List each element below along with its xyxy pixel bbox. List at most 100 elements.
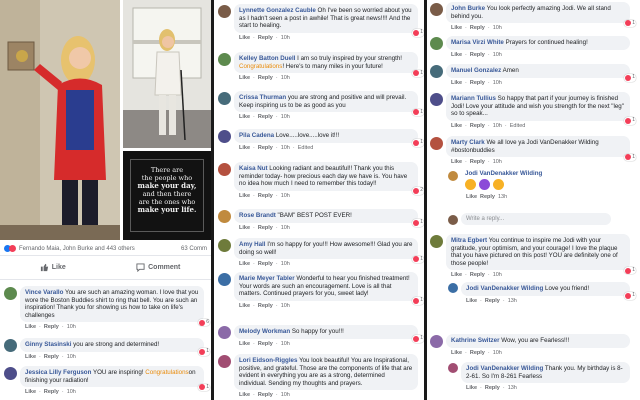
comment-like-link[interactable]: Like xyxy=(239,35,250,41)
comment-like-link[interactable]: Like xyxy=(239,303,250,309)
comment-reply-link[interactable]: Reply xyxy=(470,159,485,165)
comment-like-link[interactable]: Like xyxy=(25,324,36,330)
comment-author[interactable]: Vince Varallo xyxy=(25,289,63,296)
comment-author[interactable]: Melody Workman xyxy=(239,328,290,335)
comment-reply-link[interactable]: Reply xyxy=(470,272,485,278)
avatar[interactable] xyxy=(4,287,17,300)
post-photo-bell[interactable] xyxy=(0,0,120,240)
reaction-count-badge[interactable]: 1 xyxy=(412,219,424,227)
avatar[interactable] xyxy=(430,93,443,106)
comment-time[interactable]: 10h xyxy=(67,389,76,395)
comment-time[interactable]: 13h xyxy=(508,385,517,391)
comment-time[interactable]: 10h xyxy=(281,35,290,41)
reaction-count-badge[interactable]: 1 xyxy=(412,69,424,78)
comment-author[interactable]: Lynnette Gonzalez Cauble xyxy=(239,7,316,14)
avatar[interactable] xyxy=(218,326,231,339)
avatar[interactable] xyxy=(218,239,231,252)
reaction-count-badge[interactable]: 1 xyxy=(412,297,424,305)
comment-reply-link[interactable]: Reply xyxy=(258,75,273,81)
reaction-count-badge[interactable]: 1 xyxy=(624,292,636,300)
comment-time[interactable]: 10h xyxy=(281,341,290,347)
comment-time[interactable]: 10h xyxy=(281,392,290,398)
comment-like-link[interactable]: Like xyxy=(25,389,36,395)
comment-author[interactable]: Jodi VanDenakker Wilding xyxy=(466,285,543,292)
comment-like-link[interactable]: Like xyxy=(239,225,250,231)
reaction-count-badge[interactable]: 1 xyxy=(624,266,636,275)
like-button[interactable]: Like xyxy=(0,256,106,279)
comment-reply-link[interactable]: Reply xyxy=(470,25,485,31)
comment-time[interactable]: 13h xyxy=(498,194,507,200)
comment-author[interactable]: Mariann Tullius xyxy=(451,95,496,102)
comment-reply-link[interactable]: Reply xyxy=(470,80,485,86)
reaction-count-badge[interactable]: 1 xyxy=(412,139,424,147)
reactions-summary[interactable]: Fernando Maia, John Burke and 443 others… xyxy=(0,242,211,256)
comment-time[interactable]: 10h xyxy=(281,114,290,120)
comment-like-link[interactable]: Like xyxy=(239,75,250,81)
post-photo-walking[interactable] xyxy=(123,0,211,148)
comment-time[interactable]: 10h xyxy=(281,145,290,151)
comment-time[interactable]: 10h xyxy=(281,261,290,267)
comment-reply-link[interactable]: Reply xyxy=(258,303,273,309)
comment-like-link[interactable]: Like xyxy=(451,159,462,165)
comment-author[interactable]: Crissa Thurman xyxy=(239,94,286,101)
comment-author[interactable]: Mitra Egbert xyxy=(451,237,487,244)
avatar[interactable] xyxy=(430,235,443,248)
comment-reply-link[interactable]: Reply xyxy=(470,350,485,356)
avatar[interactable] xyxy=(218,92,231,105)
comment-time[interactable]: 10h xyxy=(281,303,290,309)
comment-like-link[interactable]: Like xyxy=(239,193,250,199)
comment-reply-link[interactable]: Reply xyxy=(480,194,495,200)
comment-reply-link[interactable]: Reply xyxy=(44,354,59,360)
comment-author[interactable]: Marisa Virzi White xyxy=(451,39,504,46)
post-photo-quote-plaque[interactable]: There are the people who make your day, … xyxy=(123,151,211,240)
reaction-count-badge[interactable]: 1 xyxy=(624,19,636,28)
comment-author[interactable]: Jodi VanDenakker Wilding xyxy=(466,365,543,372)
comment-author[interactable]: Kathrine Switzer xyxy=(451,337,499,344)
comment-author[interactable]: Jessica Lilly Ferguson xyxy=(25,369,91,376)
reaction-count-badge[interactable]: 1 xyxy=(624,117,636,125)
avatar[interactable] xyxy=(448,363,458,373)
comment-time[interactable]: 10h xyxy=(493,123,502,129)
comment-author[interactable]: Marie Meyer Tabler xyxy=(239,275,295,282)
comment-author[interactable]: Manuel Gonzalez xyxy=(451,67,501,74)
avatar[interactable] xyxy=(4,339,17,352)
reaction-count-badge[interactable]: 1 xyxy=(412,335,424,343)
avatar[interactable] xyxy=(218,273,231,286)
comment-reply-link[interactable]: Reply xyxy=(470,52,485,58)
comment-author[interactable]: Rose Brandt xyxy=(239,212,276,219)
comment-like-link[interactable]: Like xyxy=(239,261,250,267)
comment-author[interactable]: Pila Cadena xyxy=(239,132,274,139)
comment-time[interactable]: 10h xyxy=(493,272,502,278)
comment-like-link[interactable]: Like xyxy=(239,114,250,120)
comment-time[interactable]: 10h xyxy=(281,193,290,199)
avatar[interactable] xyxy=(218,130,231,143)
reaction-count-badge[interactable]: 1 xyxy=(624,153,636,162)
comment-reply-link[interactable]: Reply xyxy=(44,324,59,330)
comment-time[interactable]: 10h xyxy=(493,25,502,31)
comment-author[interactable]: Kaisa Nut xyxy=(239,165,268,172)
comment-author[interactable]: Amy Hall xyxy=(239,241,265,248)
avatar[interactable] xyxy=(218,163,231,176)
comment-like-link[interactable]: Like xyxy=(451,272,462,278)
avatar[interactable] xyxy=(448,171,458,181)
comment-time[interactable]: 10h xyxy=(67,354,76,360)
comment-time[interactable]: 10h xyxy=(493,52,502,58)
comment-reply-link[interactable]: Reply xyxy=(258,261,273,267)
comment-author[interactable]: Lori Eidson-Riggles xyxy=(239,357,297,364)
avatar[interactable] xyxy=(430,3,443,16)
comment-count[interactable]: 63 Comm xyxy=(181,246,207,252)
avatar[interactable] xyxy=(430,335,443,348)
avatar[interactable] xyxy=(448,214,458,225)
comment-like-link[interactable]: Like xyxy=(451,80,462,86)
avatar[interactable] xyxy=(218,5,231,18)
comment-time[interactable]: 10h xyxy=(67,324,76,330)
comment-like-link[interactable]: Like xyxy=(451,25,462,31)
comment-reply-link[interactable]: Reply xyxy=(485,298,500,304)
comment-button[interactable]: Comment xyxy=(106,256,212,279)
comment-time[interactable]: 10h xyxy=(281,225,290,231)
reaction-count-badge[interactable]: 1 xyxy=(412,108,424,117)
avatar[interactable] xyxy=(430,65,443,78)
comment-reply-link[interactable]: Reply xyxy=(258,392,273,398)
avatar[interactable] xyxy=(4,367,17,380)
comment-reply-link[interactable]: Reply xyxy=(470,123,485,129)
